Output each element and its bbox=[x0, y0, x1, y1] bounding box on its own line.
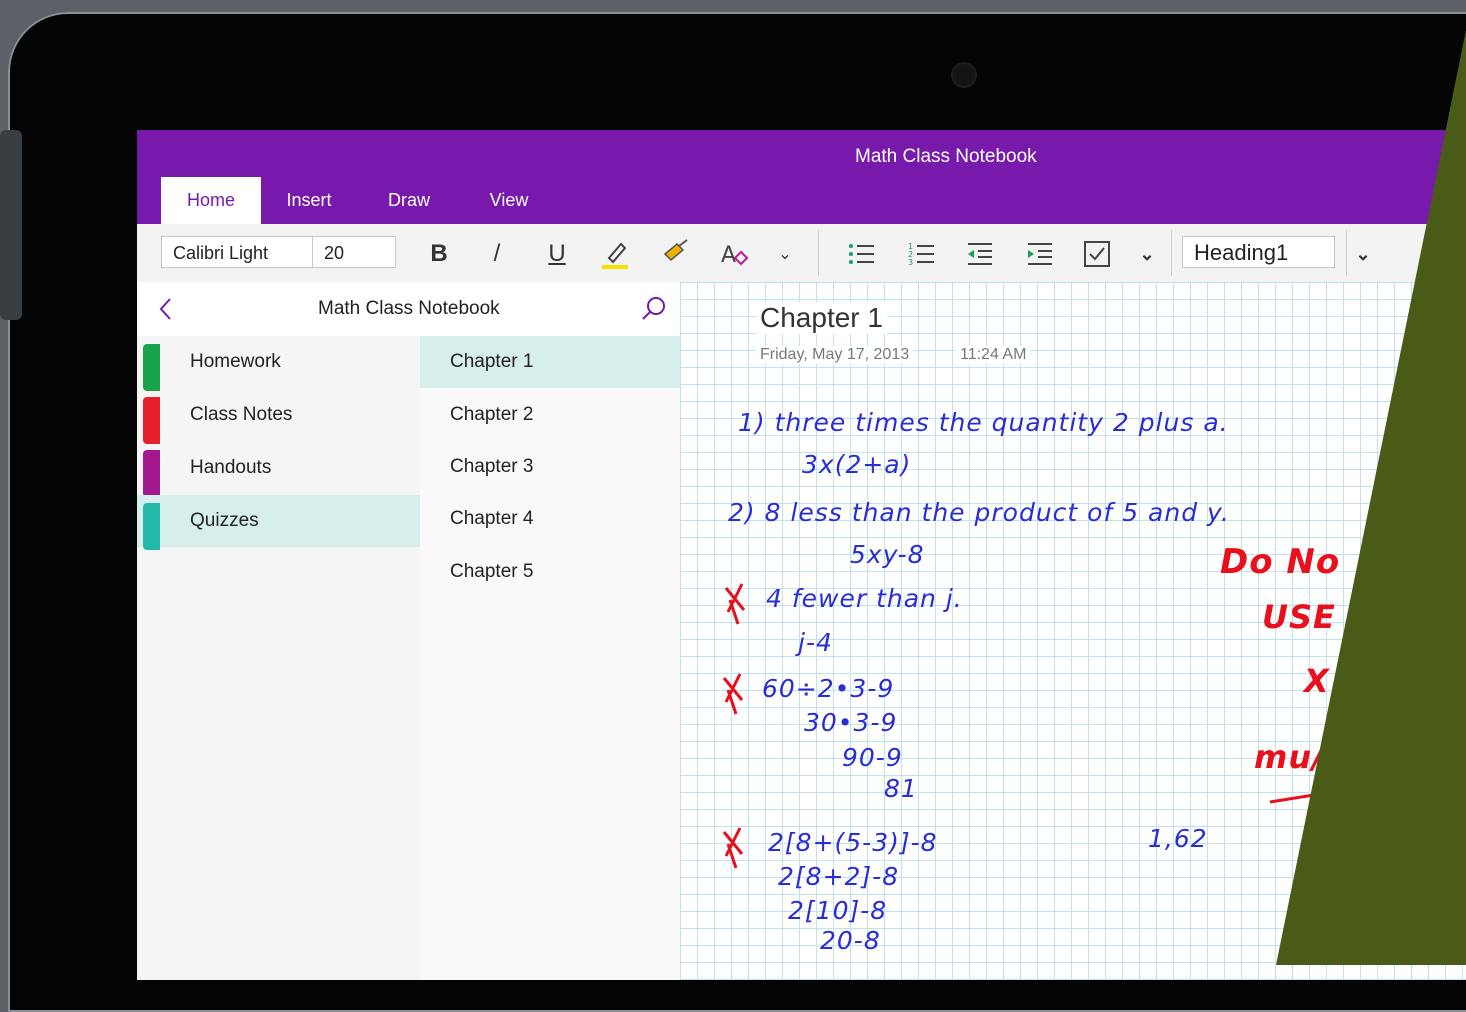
olive-diagonal-shape bbox=[1276, 30, 1466, 965]
